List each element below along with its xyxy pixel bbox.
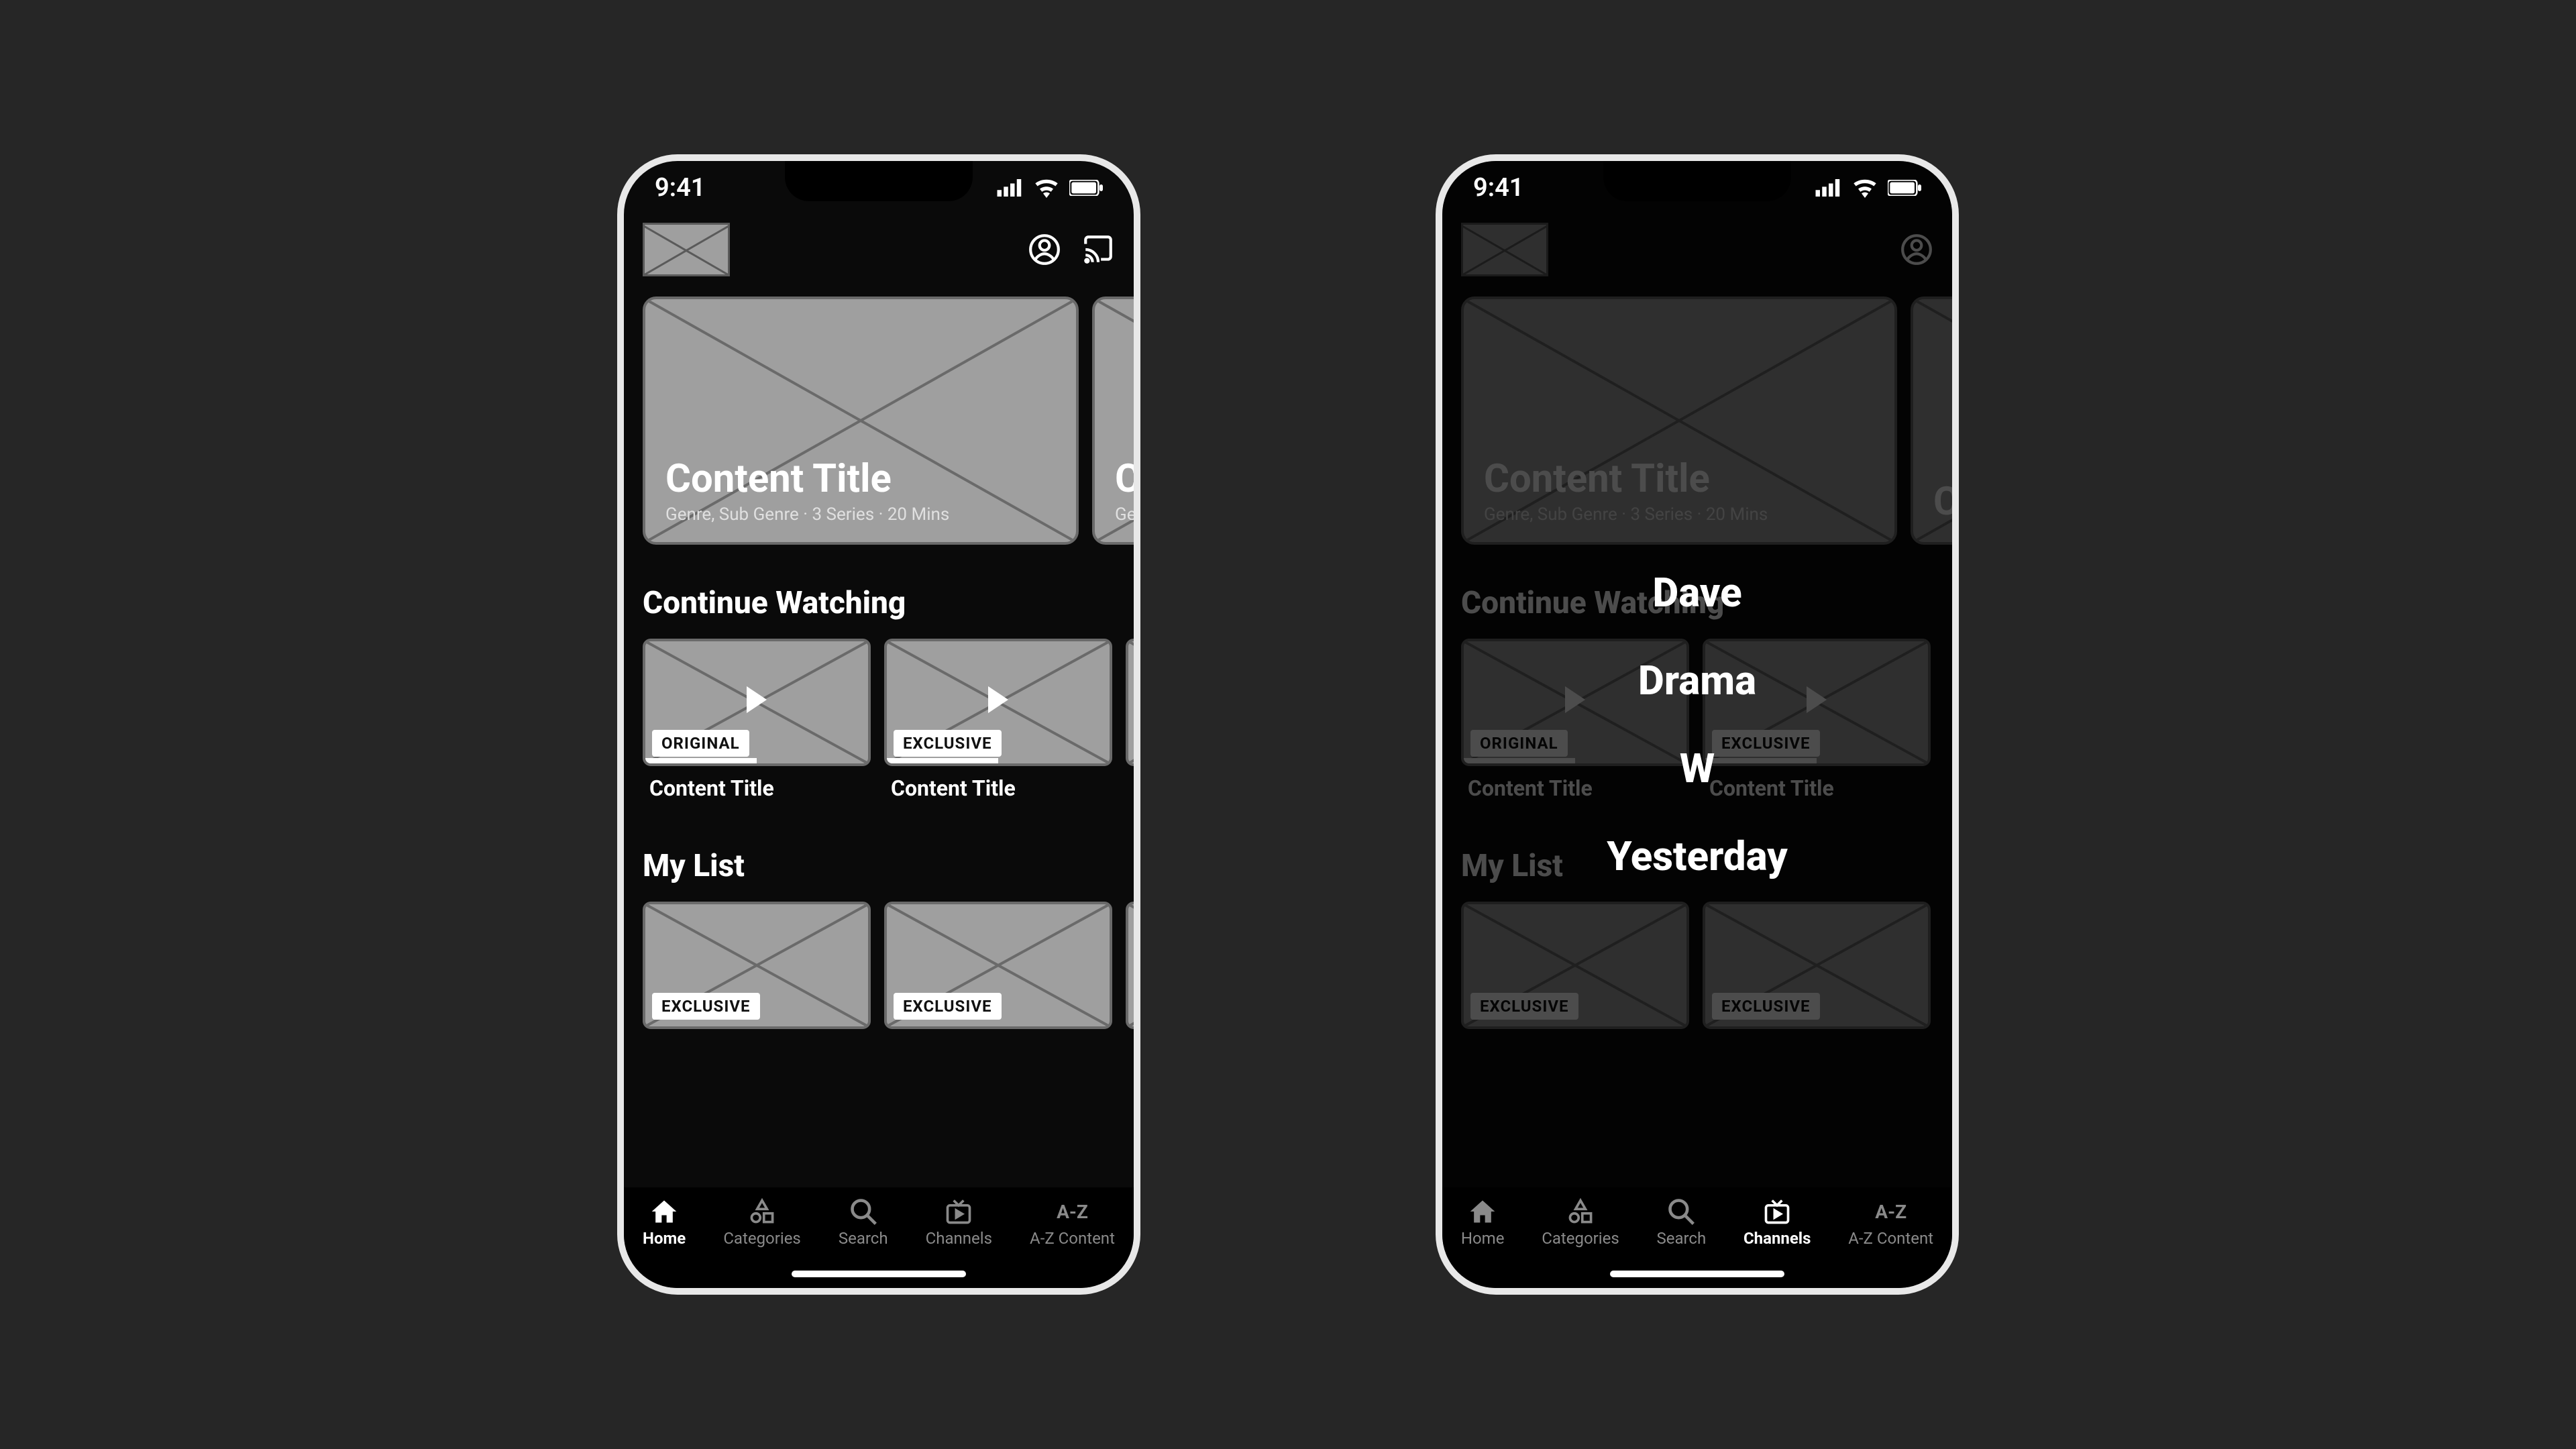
- search-icon: [1666, 1197, 1696, 1226]
- battery-icon: [1888, 180, 1921, 196]
- cast-icon[interactable]: [1081, 233, 1115, 266]
- tv-icon: [944, 1197, 973, 1226]
- nav-search[interactable]: Search: [1656, 1197, 1706, 1261]
- notch: [1603, 161, 1791, 201]
- play-icon: [747, 686, 767, 713]
- az-icon: A-Z: [1057, 1197, 1088, 1226]
- signal-icon: [1815, 179, 1842, 197]
- card-thumb[interactable]: EXCLUSIVE: [643, 902, 871, 1029]
- nav-label: A-Z Content: [1848, 1229, 1933, 1248]
- profile-icon[interactable]: [1028, 233, 1061, 266]
- nav-search[interactable]: Search: [839, 1197, 888, 1261]
- status-icons: [997, 178, 1103, 198]
- nav-label: Home: [1461, 1229, 1505, 1248]
- content-scroll[interactable]: Content Title Genre, Sub Genre · 3 Serie…: [624, 297, 1134, 1029]
- nav-channels[interactable]: Channels: [926, 1197, 992, 1261]
- channels-overlay: Dave Drama W Yesterday: [1607, 569, 1788, 880]
- badge-original: ORIGINAL: [652, 730, 749, 757]
- channel-option-dave[interactable]: Dave: [1652, 569, 1741, 616]
- hero-card[interactable]: Co Ge: [1092, 297, 1140, 545]
- nav-label: Home: [643, 1229, 686, 1248]
- content-card[interactable]: [1126, 902, 1140, 1029]
- notch: [785, 161, 973, 201]
- badge-exclusive: EXCLUSIVE: [894, 730, 1002, 757]
- search-icon: [849, 1197, 878, 1226]
- wifi-icon: [1851, 178, 1878, 198]
- hero-card[interactable]: Content Title Genre, Sub Genre · 3 Serie…: [643, 297, 1079, 545]
- status-icons: [1815, 178, 1921, 198]
- play-icon: [988, 686, 1008, 713]
- home-indicator[interactable]: [792, 1271, 966, 1277]
- categories-icon: [747, 1197, 777, 1226]
- battery-icon: [1069, 180, 1103, 196]
- nav-categories[interactable]: Categories: [723, 1197, 801, 1261]
- nav-label: Search: [839, 1229, 888, 1248]
- tv-icon: [1762, 1197, 1792, 1226]
- hero-meta: Ge: [1115, 504, 1140, 525]
- nav-az[interactable]: A-Z A-Z Content: [1848, 1197, 1933, 1261]
- channel-option-drama[interactable]: Drama: [1638, 657, 1756, 704]
- content-card[interactable]: EXCLUSIVE Content Title: [884, 639, 1112, 801]
- content-card[interactable]: ORIGINAL Content Title: [643, 639, 871, 801]
- card-title: Content Title: [884, 775, 1112, 801]
- section-title-mylist: My List: [643, 848, 1134, 884]
- placeholder-cross-icon: [1128, 904, 1140, 1026]
- content-card[interactable]: EXCLUSIVE: [884, 902, 1112, 1029]
- signal-icon: [997, 179, 1024, 197]
- nav-home[interactable]: Home: [643, 1197, 686, 1261]
- categories-icon: [1566, 1197, 1595, 1226]
- hero-title: Content Title: [665, 456, 1056, 502]
- status-time: 9:41: [1473, 173, 1523, 203]
- app-header: [624, 215, 1134, 297]
- card-thumb[interactable]: EXCLUSIVE: [884, 639, 1112, 766]
- status-time: 9:41: [655, 173, 705, 203]
- phone-channels: 9:41 Content Title Genre, Sub Genre · 3 …: [1436, 154, 1959, 1295]
- content-card[interactable]: [1126, 639, 1140, 801]
- nav-label: A-Z Content: [1030, 1229, 1115, 1248]
- app-logo[interactable]: [643, 223, 730, 276]
- card-title: Content Title: [643, 775, 871, 801]
- card-thumb[interactable]: [1126, 902, 1140, 1029]
- nav-home[interactable]: Home: [1461, 1197, 1505, 1261]
- nav-channels[interactable]: Channels: [1743, 1197, 1811, 1261]
- hero-meta: Genre, Sub Genre · 3 Series · 20 Mins: [665, 504, 1056, 525]
- nav-label: Search: [1656, 1229, 1706, 1248]
- nav-label: Categories: [1542, 1229, 1619, 1248]
- home-icon: [1468, 1197, 1497, 1226]
- card-thumb[interactable]: ORIGINAL: [643, 639, 871, 766]
- badge-exclusive: EXCLUSIVE: [894, 993, 1002, 1020]
- home-indicator[interactable]: [1610, 1271, 1784, 1277]
- badge-exclusive: EXCLUSIVE: [652, 993, 760, 1020]
- nav-label: Channels: [926, 1229, 992, 1248]
- placeholder-cross-icon: [1128, 641, 1140, 763]
- az-icon: A-Z: [1875, 1197, 1907, 1226]
- wifi-icon: [1033, 178, 1060, 198]
- content-card[interactable]: EXCLUSIVE: [643, 902, 871, 1029]
- mylist-row[interactable]: EXCLUSIVE EXCLUSIVE: [643, 902, 1134, 1029]
- channel-option-w[interactable]: W: [1680, 745, 1715, 792]
- nav-label: Channels: [1743, 1229, 1811, 1248]
- hero-title: Co: [1115, 456, 1140, 502]
- hero-carousel[interactable]: Content Title Genre, Sub Genre · 3 Serie…: [643, 297, 1134, 545]
- card-thumb[interactable]: [1126, 639, 1140, 766]
- nav-label: Categories: [723, 1229, 801, 1248]
- nav-az[interactable]: A-Z A-Z Content: [1030, 1197, 1115, 1261]
- card-thumb[interactable]: EXCLUSIVE: [884, 902, 1112, 1029]
- continue-row[interactable]: ORIGINAL Content Title EXCLUSIVE Content…: [643, 639, 1134, 801]
- phone-home: 9:41 Content Title Genre, Sub Genre · 3 …: [617, 154, 1140, 1295]
- section-title-continue: Continue Watching: [643, 585, 1134, 621]
- channel-option-yesterday[interactable]: Yesterday: [1607, 833, 1788, 880]
- nav-categories[interactable]: Categories: [1542, 1197, 1619, 1261]
- home-icon: [649, 1197, 679, 1226]
